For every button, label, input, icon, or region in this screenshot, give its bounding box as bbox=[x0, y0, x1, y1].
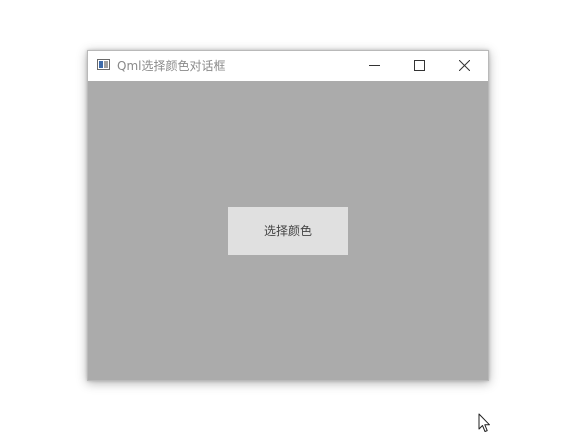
close-button[interactable] bbox=[442, 51, 487, 81]
maximize-button[interactable] bbox=[397, 51, 442, 81]
desktop: Qml选择颜色对话框 选择颜色 bbox=[0, 0, 577, 436]
minimize-button[interactable] bbox=[352, 51, 397, 81]
mouse-pointer-icon bbox=[478, 413, 490, 432]
app-window-icon bbox=[97, 59, 110, 70]
close-icon bbox=[459, 60, 470, 71]
app-window: Qml选择颜色对话框 选择颜色 bbox=[87, 50, 489, 381]
title-bar[interactable]: Qml选择颜色对话框 bbox=[88, 51, 488, 81]
window-title: Qml选择颜色对话框 bbox=[117, 59, 226, 73]
window-client-area: 选择颜色 bbox=[88, 81, 488, 380]
minimize-icon bbox=[369, 65, 380, 66]
maximize-icon bbox=[414, 60, 425, 71]
pick-color-button[interactable]: 选择颜色 bbox=[228, 207, 348, 255]
